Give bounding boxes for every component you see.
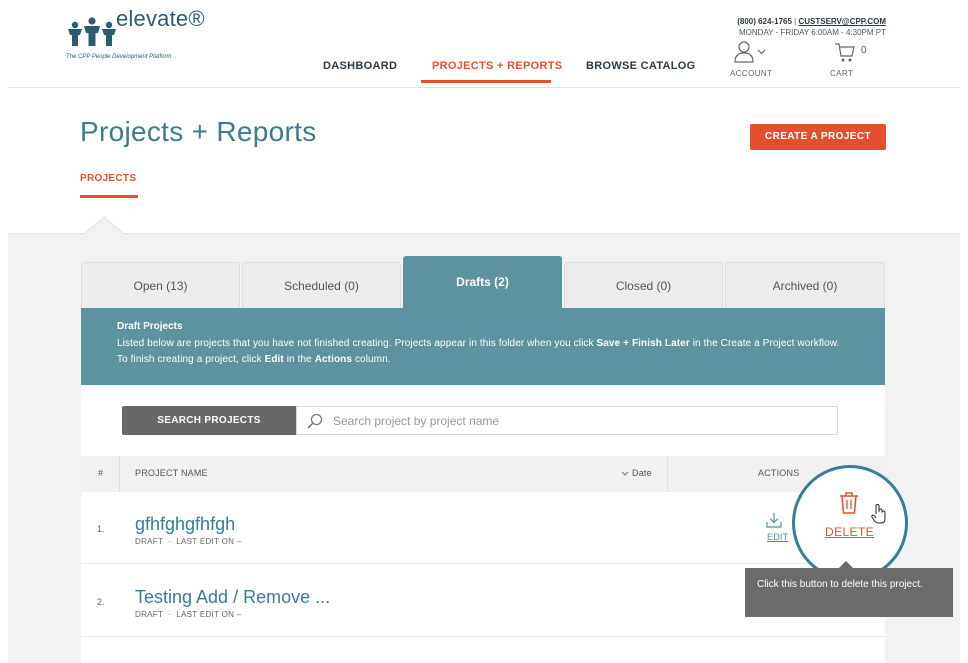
create-project-button[interactable]: CREATE A PROJECT <box>750 124 886 150</box>
trash-icon[interactable] <box>838 491 860 515</box>
header-divider <box>667 456 668 492</box>
table-header: # PROJECT NAME Date ACTIONS <box>81 456 885 492</box>
page-title: Projects + Reports <box>80 116 317 147</box>
search-projects-button[interactable]: SEARCH PROJECTS <box>122 406 296 435</box>
contact-email[interactable]: CUSTSERV@CPP.COM <box>798 17 886 26</box>
delete-tooltip: Click this button to delete this project… <box>745 568 953 617</box>
download-edit-icon[interactable] <box>765 511 783 529</box>
cart-count: 0 <box>861 45 867 56</box>
tab-closed[interactable]: Closed (0) <box>564 262 723 308</box>
row-number: 2. <box>97 597 105 607</box>
logo-wordmark: elevate® <box>116 6 205 31</box>
col-project-name: PROJECT NAME <box>135 468 208 478</box>
account-label[interactable]: ACCOUNT <box>730 69 772 78</box>
nav-dashboard[interactable]: DASHBOARD <box>323 60 397 72</box>
tab-projects[interactable]: PROJECTS <box>80 173 136 184</box>
edit-link[interactable]: EDIT <box>767 532 788 542</box>
tab-open[interactable]: Open (13) <box>81 262 240 308</box>
chevron-down-icon <box>621 471 629 476</box>
col-actions: ACTIONS <box>758 468 800 478</box>
info-title: Draft Projects <box>117 321 183 332</box>
logo-figures-icon <box>68 17 116 46</box>
sub-tab-underline <box>80 195 138 198</box>
tab-archived[interactable]: Archived (0) <box>725 262 885 308</box>
hand-cursor-icon <box>871 503 886 524</box>
search-box <box>296 406 838 435</box>
row-meta: DRAFT · LAST EDIT ON – <box>135 610 242 619</box>
col-date[interactable]: Date <box>621 468 652 478</box>
col-number: # <box>98 468 104 478</box>
project-name-link[interactable]: Testing Add / Remove ... <box>135 587 330 608</box>
contact-phone: (800) 624-1765 <box>737 17 792 26</box>
site-header: elevate® The CPP People Development Plat… <box>8 0 960 88</box>
tab-scheduled[interactable]: Scheduled (0) <box>242 262 401 308</box>
projects-table-card: SEARCH PROJECTS # PROJECT NAME Date ACTI… <box>81 385 885 663</box>
info-text: Listed below are projects that you have … <box>117 338 840 365</box>
row-number: 1. <box>97 524 105 534</box>
cart-label[interactable]: CART <box>830 69 853 78</box>
nav-projects-reports[interactable]: PROJECTS + REPORTS <box>432 60 562 72</box>
cart-icon[interactable] <box>834 41 856 63</box>
header-divider <box>119 456 120 492</box>
search-input[interactable] <box>333 407 833 434</box>
caret-pointer-icon <box>84 216 124 234</box>
tab-drafts[interactable]: Drafts (2) <box>403 256 562 308</box>
contact-info: (800) 624-1765 | CUSTSERV@CPP.COM MONDAY… <box>737 16 886 38</box>
project-name-link[interactable]: gfhfghgfhfgh <box>135 514 235 535</box>
row-meta: DRAFT · LAST EDIT ON – <box>135 537 242 546</box>
nav-active-underline <box>421 80 551 83</box>
logo-tagline: The CPP People Development Platform <box>66 54 172 60</box>
contact-separator: | <box>794 17 797 26</box>
delete-button[interactable]: DELETE <box>825 525 874 539</box>
page-header: Projects + Reports CREATE A PROJECT PROJ… <box>8 88 960 234</box>
contact-hours: MONDAY - FRIDAY 6:00AM - 4:30PM PT <box>739 28 886 37</box>
draft-info-panel: Draft Projects Listed below are projects… <box>81 308 885 385</box>
account-icon[interactable] <box>732 41 766 63</box>
nav-browse-catalog[interactable]: BROWSE CATALOG <box>586 60 696 72</box>
search-icon <box>307 413 323 429</box>
